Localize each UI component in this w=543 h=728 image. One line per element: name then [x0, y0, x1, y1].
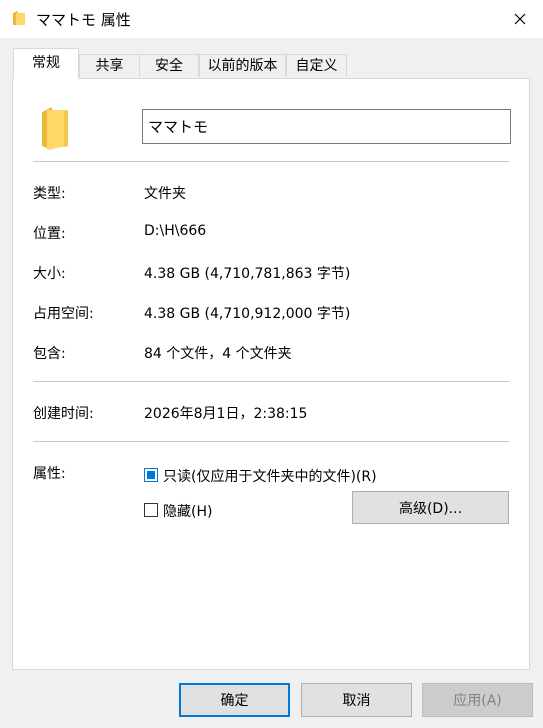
- close-icon: [514, 13, 526, 25]
- folder-icon: [13, 11, 25, 25]
- general-panel: 类型: 文件夹 位置: D:\H\666 大小: 4.38 GB (4,710,…: [12, 78, 530, 670]
- folder-name-input[interactable]: [142, 109, 511, 144]
- advanced-button[interactable]: 高级(D)...: [352, 491, 509, 524]
- contains-label: 包含:: [33, 346, 66, 362]
- size-label: 大小:: [33, 266, 66, 282]
- title-bar: ママトモ 属性: [0, 0, 543, 38]
- tab-previous-versions[interactable]: 以前的版本: [199, 54, 286, 77]
- location-label: 位置:: [33, 226, 66, 242]
- tab-customize[interactable]: 自定义: [286, 54, 347, 77]
- close-button[interactable]: [497, 0, 543, 38]
- tab-security[interactable]: 安全: [139, 54, 199, 77]
- location-value: D:\H\666: [144, 223, 207, 239]
- attributes-label: 属性:: [33, 466, 66, 482]
- size-value: 4.38 GB (4,710,781,863 字节): [144, 266, 351, 282]
- readonly-label[interactable]: 只读(仅应用于文件夹中的文件)(R): [163, 466, 377, 486]
- created-label: 创建时间:: [33, 406, 94, 422]
- folder-icon: [42, 107, 68, 150]
- type-value: 文件夹: [144, 186, 186, 202]
- window-title: ママトモ 属性: [36, 11, 131, 29]
- cancel-button[interactable]: 取消: [301, 683, 412, 717]
- type-label: 类型:: [33, 186, 66, 202]
- apply-button[interactable]: 应用(A): [422, 683, 533, 717]
- created-value: 2026年8月1日，2:38:15: [144, 406, 308, 422]
- tab-general[interactable]: 常规: [13, 48, 79, 79]
- size-on-disk-label: 占用空间:: [33, 306, 94, 322]
- tab-sharing[interactable]: 共享: [79, 54, 140, 77]
- ok-button[interactable]: 确定: [179, 683, 290, 717]
- readonly-checkbox[interactable]: [144, 468, 158, 482]
- divider: [33, 441, 509, 442]
- hidden-label[interactable]: 隐藏(H): [163, 501, 212, 521]
- size-on-disk-value: 4.38 GB (4,710,912,000 字节): [144, 306, 351, 322]
- divider: [33, 161, 509, 162]
- hidden-checkbox[interactable]: [144, 503, 158, 517]
- contains-value: 84 个文件，4 个文件夹: [144, 346, 292, 362]
- divider: [33, 381, 509, 382]
